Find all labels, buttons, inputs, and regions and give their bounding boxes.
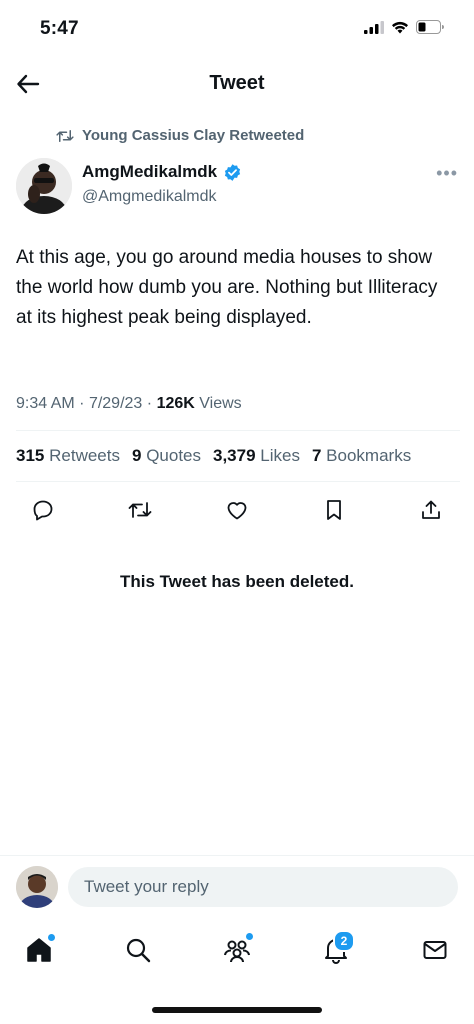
views-label: Views — [199, 395, 242, 412]
bookmarks-stat[interactable]: 7 Bookmarks — [312, 446, 411, 466]
quotes-stat[interactable]: 9 Quotes — [132, 446, 201, 466]
tweet-time: 9:34 AM — [16, 395, 75, 412]
tab-search[interactable] — [113, 930, 163, 970]
tweet-meta: 9:34 AM · 7/29/23 · 126K Views — [16, 395, 242, 412]
views-count: 126K — [156, 395, 195, 412]
wifi-icon — [392, 21, 408, 33]
retweets-count: 315 — [16, 446, 45, 465]
quotes-label: Quotes — [146, 446, 201, 465]
status-time: 5:47 — [40, 18, 79, 39]
divider — [16, 430, 460, 431]
tab-home[interactable] — [14, 930, 64, 970]
retweeted-by-line[interactable]: Young Cassius Clay Retweeted — [56, 127, 304, 144]
likes-label: Likes — [260, 446, 300, 465]
retweet-small-icon — [56, 129, 74, 142]
quotes-count: 9 — [131, 446, 142, 465]
author-name-row[interactable]: AmgMedikalmdk — [82, 162, 242, 182]
author-avatar[interactable] — [16, 158, 72, 214]
reply-icon[interactable] — [28, 495, 58, 525]
tweet-text: At this age, you go around media houses … — [16, 247, 438, 328]
author-handle[interactable]: @Amgmedikalmdk — [82, 188, 217, 206]
page-title: Tweet — [209, 72, 265, 94]
notifications-badge: 2 — [333, 930, 355, 952]
messages-icon — [423, 941, 447, 959]
signal-icon — [364, 20, 384, 34]
retweet-icon[interactable] — [125, 495, 155, 525]
reply-divider — [0, 855, 474, 856]
bookmark-icon[interactable] — [319, 495, 349, 525]
author-name[interactable]: AmgMedikalmdk — [82, 162, 217, 182]
bookmarks-count: 7 — [311, 446, 322, 465]
status-icons — [364, 20, 444, 34]
bookmarks-label: Bookmarks — [326, 446, 412, 465]
retweets-label: Retweets — [49, 446, 120, 465]
like-icon[interactable] — [222, 495, 252, 525]
home-unread-dot — [48, 934, 55, 941]
home-indicator — [152, 1007, 322, 1013]
deleted-notice: This Tweet has been deleted. — [120, 572, 354, 591]
more-options-icon[interactable]: ••• — [436, 163, 458, 184]
divider — [16, 481, 460, 482]
retweets-stat[interactable]: 315 Retweets — [16, 446, 120, 466]
tweet-stats: 315 Retweets 9 Quotes 3,379 Likes 7 Book… — [16, 446, 411, 466]
tab-messages[interactable] — [410, 930, 460, 970]
bottom-tab-bar: 2 — [14, 930, 460, 970]
likes-stat[interactable]: 3,379 Likes — [213, 446, 300, 466]
tweet-date: 7/29/23 — [88, 395, 143, 412]
verified-badge-icon — [224, 163, 241, 181]
likes-count: 3,379 — [213, 446, 256, 465]
tab-notifications[interactable]: 2 — [311, 930, 361, 970]
share-icon[interactable] — [416, 495, 446, 525]
tab-communities[interactable] — [212, 930, 262, 970]
communities-icon — [224, 940, 250, 963]
battery-icon — [416, 20, 444, 34]
user-avatar[interactable] — [16, 866, 58, 908]
tweet-actions — [28, 495, 446, 525]
search-icon — [126, 938, 151, 963]
communities-unread-dot — [246, 933, 253, 940]
retweeted-by-text: Young Cassius Clay Retweeted — [82, 127, 305, 144]
reply-input[interactable] — [68, 867, 458, 907]
